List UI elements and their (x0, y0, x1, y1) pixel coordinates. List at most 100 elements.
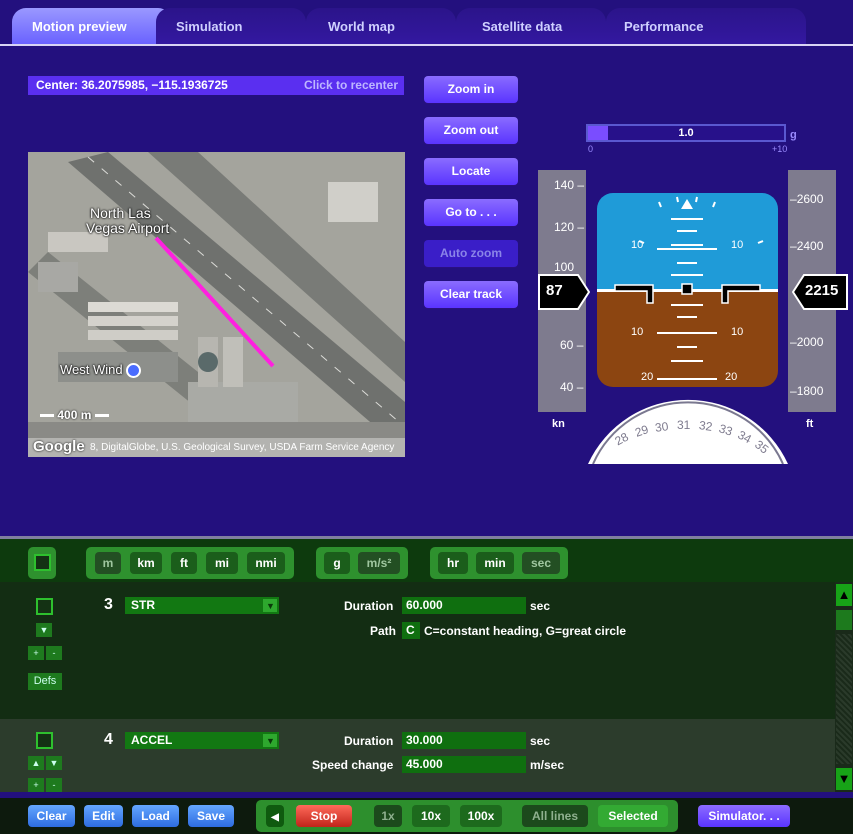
segment-list: ▼ + - Defs 3 STR ▼ Duration 60.000 sec P… (0, 582, 835, 792)
move-down-button[interactable]: ▼ (46, 756, 62, 770)
airspeed-readout: 87 (538, 274, 591, 310)
speed-tick-40: 40 – (560, 380, 584, 394)
edit-button[interactable]: Edit (84, 805, 123, 827)
tab-simulation[interactable]: Simulation (156, 8, 306, 44)
pitch-label-20-right: 20 (725, 371, 738, 383)
simulator-button[interactable]: Simulator. . . (698, 805, 790, 827)
map-center-bar[interactable]: Center: 36.2075985, −115.1936725 Click t… (28, 76, 404, 95)
attitude-indicator: 10 10 10 10 20 20 (597, 193, 778, 387)
scroll-track[interactable] (836, 634, 852, 764)
airspeed-value: 87 (546, 282, 563, 299)
speed-tick-120: 120 – (554, 220, 585, 234)
arrow-up-icon: ▲ (31, 758, 41, 768)
move-up-button[interactable]: ▲ (28, 756, 44, 770)
scroll-up-arrow-icon[interactable]: ▲ (836, 584, 852, 606)
tab-label: Performance (624, 19, 704, 34)
heading-label-30: 30 (654, 419, 670, 435)
speed-10x-button[interactable]: 10x (412, 805, 450, 827)
segment-type-dropdown[interactable]: STR ▼ (125, 597, 279, 614)
path-hint: C=constant heading, G=great circle (424, 624, 627, 638)
satellite-map[interactable]: North Las Vegas Airport West Wind 400 m … (28, 152, 405, 457)
place-label: West Wind (60, 362, 142, 379)
save-button[interactable]: Save (188, 805, 234, 827)
segment-number: 3 (104, 596, 113, 613)
unit-mps2-button[interactable]: m/s² (358, 552, 400, 574)
duration-unit: sec (530, 599, 551, 613)
dropdown-arrow-icon: ▼ (263, 734, 277, 747)
unit-sec-button[interactable]: sec (522, 552, 560, 574)
pitch-label-up-right: 10 (731, 239, 744, 251)
recenter-link[interactable]: Click to recenter (304, 76, 398, 95)
place-marker-icon (126, 363, 142, 379)
speed-change-unit: m/sec (530, 758, 565, 772)
play-reverse-icon: ◀ (271, 812, 279, 823)
select-all-checkbox[interactable] (34, 554, 51, 571)
segment-scrollbar[interactable]: ▲ ▼ (835, 582, 853, 792)
auto-zoom-button[interactable]: Auto zoom (424, 240, 518, 267)
unit-nmi-button[interactable]: nmi (247, 552, 285, 574)
load-button[interactable]: Load (132, 805, 179, 827)
zoom-in-button[interactable]: Zoom in (424, 76, 518, 103)
segment-type-dropdown[interactable]: ACCEL ▼ (125, 732, 279, 749)
speed-change-input[interactable]: 45.000 (402, 756, 526, 773)
segment-type-value: ACCEL (131, 733, 173, 747)
alt-tick-1800: –1800 (790, 384, 824, 398)
unit-g-button[interactable]: g (324, 552, 350, 574)
speed-tick-140: 140 – (554, 178, 585, 192)
unit-min-button[interactable]: min (476, 552, 514, 574)
all-lines-button[interactable]: All lines (522, 805, 588, 827)
speed-1x-button[interactable]: 1x (374, 805, 402, 827)
tab-satellite-data[interactable]: Satellite data (456, 8, 606, 44)
segment-number: 4 (104, 731, 113, 748)
defs-button[interactable]: Defs (28, 673, 62, 690)
pitch-label-down-left: 10 (631, 326, 644, 338)
segment-row-4: ▲ ▼ + - 4 ACCEL ▼ Duration 30.000 sec Sp… (0, 719, 835, 792)
duration-input[interactable]: 30.000 (402, 732, 526, 749)
bottom-toolbar: Clear Edit Load Save ◀ Stop 1x 10x 100x … (0, 798, 853, 834)
heading-label-32: 32 (698, 418, 714, 434)
duration-label: Duration (344, 734, 394, 748)
tab-world-map[interactable]: World map (306, 8, 456, 44)
locate-button[interactable]: Locate (424, 158, 518, 185)
unit-mi-button[interactable]: mi (206, 552, 238, 574)
move-down-button[interactable]: ▼ (36, 623, 52, 637)
selected-button[interactable]: Selected (598, 805, 668, 827)
stop-button[interactable]: Stop (296, 805, 352, 827)
speed-100x-button[interactable]: 100x (460, 805, 502, 827)
unit-m-button[interactable]: m (95, 552, 121, 574)
tab-label: Simulation (176, 19, 243, 34)
scroll-thumb[interactable] (836, 610, 852, 630)
tab-performance[interactable]: Performance (606, 8, 806, 44)
insert-segment-button[interactable]: + (28, 778, 44, 792)
clear-button[interactable]: Clear (28, 805, 75, 827)
delete-segment-button[interactable]: - (46, 778, 62, 792)
tab-motion-preview[interactable]: Motion preview (12, 8, 172, 44)
alt-tick-2600: –2600 (790, 192, 824, 206)
unit-toolbar: m km ft mi nmi g m/s² hr min sec (0, 536, 853, 585)
g-meter-unit: g (790, 129, 797, 141)
altitude-readout: 2215 (791, 274, 848, 310)
unit-km-button[interactable]: km (130, 552, 162, 574)
duration-label: Duration (344, 599, 394, 613)
unit-hr-button[interactable]: hr (438, 552, 468, 574)
path-label: Path (370, 624, 397, 638)
segment-select-checkbox[interactable] (36, 732, 53, 749)
step-back-button[interactable]: ◀ (266, 805, 284, 827)
scroll-down-arrow-icon[interactable]: ▼ (836, 768, 852, 790)
path-input[interactable]: C (402, 622, 420, 639)
pitch-label-up-left: 10 (631, 239, 644, 251)
unit-ft-button[interactable]: ft (171, 552, 197, 574)
clear-track-button[interactable]: Clear track (424, 281, 518, 308)
map-attribution-bar: Google 8, DigitalGlobe, U.S. Geological … (28, 438, 405, 457)
tab-bar: Motion preview Simulation World map Sate… (0, 0, 853, 46)
airport-label: North Las Vegas Airport (86, 205, 170, 236)
altitude-value: 2215 (805, 282, 839, 299)
delete-segment-button[interactable]: - (46, 646, 62, 660)
duration-input[interactable]: 60.000 (402, 597, 526, 614)
heading-indicator: 28 29 30 31 32 33 34 35 (585, 398, 791, 464)
zoom-out-button[interactable]: Zoom out (424, 117, 518, 144)
segment-select-checkbox[interactable] (36, 598, 53, 615)
go-to-button[interactable]: Go to . . . (424, 199, 518, 226)
segment-row-3: ▼ + - Defs 3 STR ▼ Duration 60.000 sec P… (0, 582, 835, 714)
insert-segment-button[interactable]: + (28, 646, 44, 660)
